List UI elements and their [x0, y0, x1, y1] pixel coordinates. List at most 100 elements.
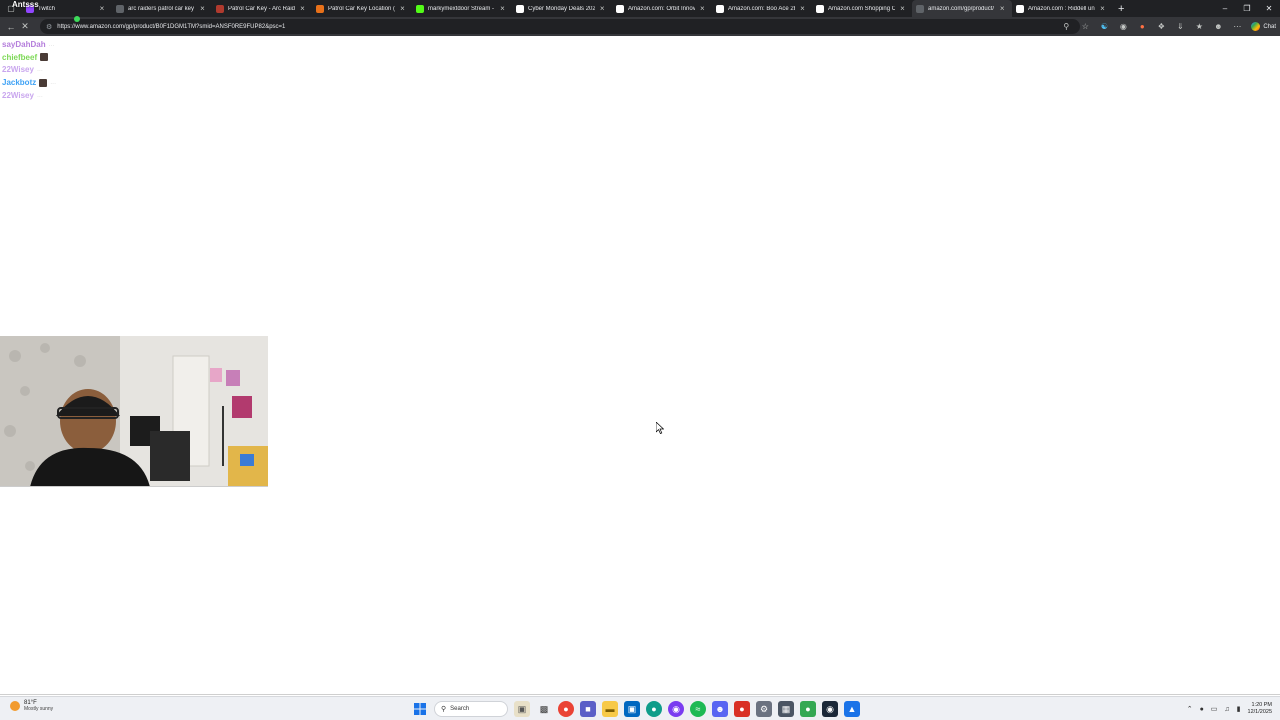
tab-title: Cyber Monday Deals 2025 — [528, 5, 595, 12]
downloads-icon[interactable]: ⇓ — [1173, 20, 1187, 34]
tab-title: Amazon.com: Boo Ace 2B Pl — [728, 5, 795, 12]
chat-emote-icon — [40, 53, 49, 62]
tab-close-icon[interactable]: × — [499, 4, 506, 13]
toolbar-actions: ⚲ ☆ ☯ ◉ ● ❖ ⇓ ★ ☻ ⋯ Chat — [1059, 17, 1276, 36]
tab-favicon-icon — [616, 4, 624, 13]
stop-loading-icon[interactable]: ✕ — [18, 21, 32, 32]
tab-close-icon[interactable]: × — [399, 4, 406, 13]
widgets-icon[interactable]: ▣ — [514, 701, 530, 717]
tab-close-icon[interactable]: × — [599, 4, 606, 13]
obs-icon[interactable]: ◉ — [668, 701, 684, 717]
tab-title: Amazon.com : Riddell unise — [1028, 5, 1095, 12]
extension-icon[interactable]: ● — [1135, 20, 1149, 34]
edge-browser-icon[interactable]: ● — [646, 701, 662, 717]
discord-icon[interactable]: ☻ — [712, 701, 728, 717]
extensions-puzzle-icon[interactable]: ❖ — [1154, 20, 1168, 34]
chat-username: sayDahDah — [2, 39, 46, 49]
browser-tab-strip: ▢Twitch×arc raiders patrol car key - S×P… — [0, 0, 1280, 17]
weather-widget[interactable]: 81°F Mostly sunny — [10, 700, 53, 712]
browser-tab[interactable]: Amazon.com: Boo Ace 2B Pl × — [712, 0, 812, 17]
close-window-icon[interactable]: ✕ — [1258, 4, 1280, 13]
tab-title: arc raiders patrol car key - S — [128, 5, 195, 12]
clock-time: 1:20 PM — [1251, 702, 1272, 708]
teams-icon[interactable]: ■ — [580, 701, 596, 717]
chat-message: chiefbeef — [2, 51, 202, 64]
task-view-icon[interactable]: ▩ — [536, 701, 552, 717]
chat-username: 22Wisey — [2, 65, 34, 75]
microphone-icon[interactable]: ● — [1200, 706, 1204, 713]
extension-icon[interactable]: ◉ — [1116, 20, 1130, 34]
favorites-icon[interactable]: ★ — [1192, 20, 1206, 34]
new-tab-icon[interactable]: + — [1118, 3, 1124, 15]
tab-title: Amazon.com: Orbit Innovat — [628, 5, 695, 12]
tab-favicon-icon — [716, 4, 724, 13]
search-icon: ⚲ — [441, 706, 447, 713]
clock-date: 12/1/2025 — [1247, 709, 1272, 715]
minimize-icon[interactable]: – — [1214, 4, 1236, 13]
spotify-icon[interactable]: ≈ — [690, 701, 706, 717]
profile-avatar-icon[interactable]: ☻ — [1211, 20, 1225, 34]
browser-tab[interactable]: Patrol Car Key - Arc Raiders × — [212, 0, 312, 17]
tab-close-icon[interactable]: × — [1099, 4, 1106, 13]
tab-title: Patrol Car Key - Arc Raiders — [228, 5, 295, 12]
display-icon[interactable]: ▭ — [1211, 705, 1218, 713]
tab-title: amazon.com/gp/product/B — [928, 5, 995, 12]
chat-username: Jackbotz — [2, 78, 37, 88]
settings-gear-icon[interactable]: ⚙ — [756, 701, 772, 717]
chat-message: sayDahDah... — [2, 38, 202, 51]
browser-tab[interactable]: Amazon.com Shopping Cart × — [812, 0, 912, 17]
page-bottom-border — [0, 694, 1280, 695]
tab-close-icon[interactable]: × — [799, 4, 806, 13]
tab-close-icon[interactable]: × — [998, 4, 1006, 13]
browser-tab[interactable]: arc raiders patrol car key - S × — [112, 0, 212, 17]
chrome-icon[interactable]: ● — [558, 701, 574, 717]
browser-tab[interactable]: Amazon.com : Riddell unise × — [1012, 0, 1112, 17]
steam-icon[interactable]: ◉ — [822, 701, 838, 717]
tab-close-icon[interactable]: × — [98, 4, 106, 13]
browser-tab[interactable]: amazon.com/gp/product/B × — [912, 0, 1012, 17]
extension-icon[interactable]: ☯ — [1097, 20, 1111, 34]
battery-icon[interactable]: ▮ — [1237, 705, 1241, 713]
menu-dots-icon[interactable]: ⋯ — [1230, 20, 1244, 34]
tab-favicon-icon — [416, 4, 424, 13]
site-info-icon[interactable]: ⚙ — [46, 23, 52, 31]
address-bar[interactable]: ⚙ https://www.amazon.com/gp/product/B0F1… — [40, 19, 1080, 34]
tab-favicon-icon — [1016, 4, 1024, 13]
tab-favicon-icon — [516, 4, 524, 13]
back-icon[interactable]: ← — [4, 22, 18, 32]
copilot-chat-button[interactable]: Chat — [1249, 22, 1276, 31]
browser-tab[interactable]: Patrol Car Key Location (Arc × — [312, 0, 412, 17]
file-explorer-icon[interactable]: ▬ — [602, 701, 618, 717]
browser-tab[interactable]: Amazon.com: Orbit Innovat × — [612, 0, 712, 17]
taskbar-search-label: Search — [450, 706, 470, 712]
taskbar-search-box[interactable]: ⚲ Search — [434, 701, 508, 717]
tab-close-icon[interactable]: × — [299, 4, 306, 13]
taskbar-clock[interactable]: 1:20 PM 12/1/2025 — [1248, 702, 1272, 716]
chat-button-label: Chat — [1263, 23, 1276, 30]
tab-close-icon[interactable]: × — [699, 4, 706, 13]
calculator-icon[interactable]: ▦ — [778, 701, 794, 717]
tab-close-icon[interactable]: × — [899, 4, 906, 13]
chat-message: 22Wisey... — [2, 64, 202, 77]
address-bar-url[interactable]: https://www.amazon.com/gp/product/B0F1DG… — [57, 24, 285, 30]
tab-close-icon[interactable]: × — [199, 4, 206, 13]
chat-message-text: ... — [48, 40, 55, 48]
app-icon[interactable]: ● — [800, 701, 816, 717]
store-icon[interactable]: ▣ — [624, 701, 640, 717]
browser-tab[interactable]: markymextdoor Stream - Wi × — [412, 0, 512, 17]
app-icon[interactable]: ▲ — [844, 701, 860, 717]
windows-start-icon[interactable] — [412, 701, 428, 717]
mouse-cursor-icon — [656, 422, 664, 434]
tab-title: markymextdoor Stream - Wi — [428, 5, 495, 12]
browser-tab[interactable]: Cyber Monday Deals 2025 × — [512, 0, 612, 17]
system-tray: ⌃ ● ▭ ♫ ▮ 1:20 PM 12/1/2025 — [1187, 699, 1272, 719]
app-icon[interactable]: ● — [734, 701, 750, 717]
chevron-up-icon[interactable]: ⌃ — [1187, 705, 1193, 713]
restore-icon[interactable]: ❐ — [1236, 4, 1258, 13]
zoom-icon[interactable]: ⚲ — [1059, 20, 1073, 34]
tab-title: Patrol Car Key Location (Arc — [328, 5, 395, 12]
bookmark-star-icon[interactable]: ☆ — [1078, 20, 1092, 34]
volume-icon[interactable]: ♫ — [1224, 706, 1229, 713]
chat-username: chiefbeef — [2, 52, 38, 62]
tab-favicon-icon — [316, 4, 324, 13]
